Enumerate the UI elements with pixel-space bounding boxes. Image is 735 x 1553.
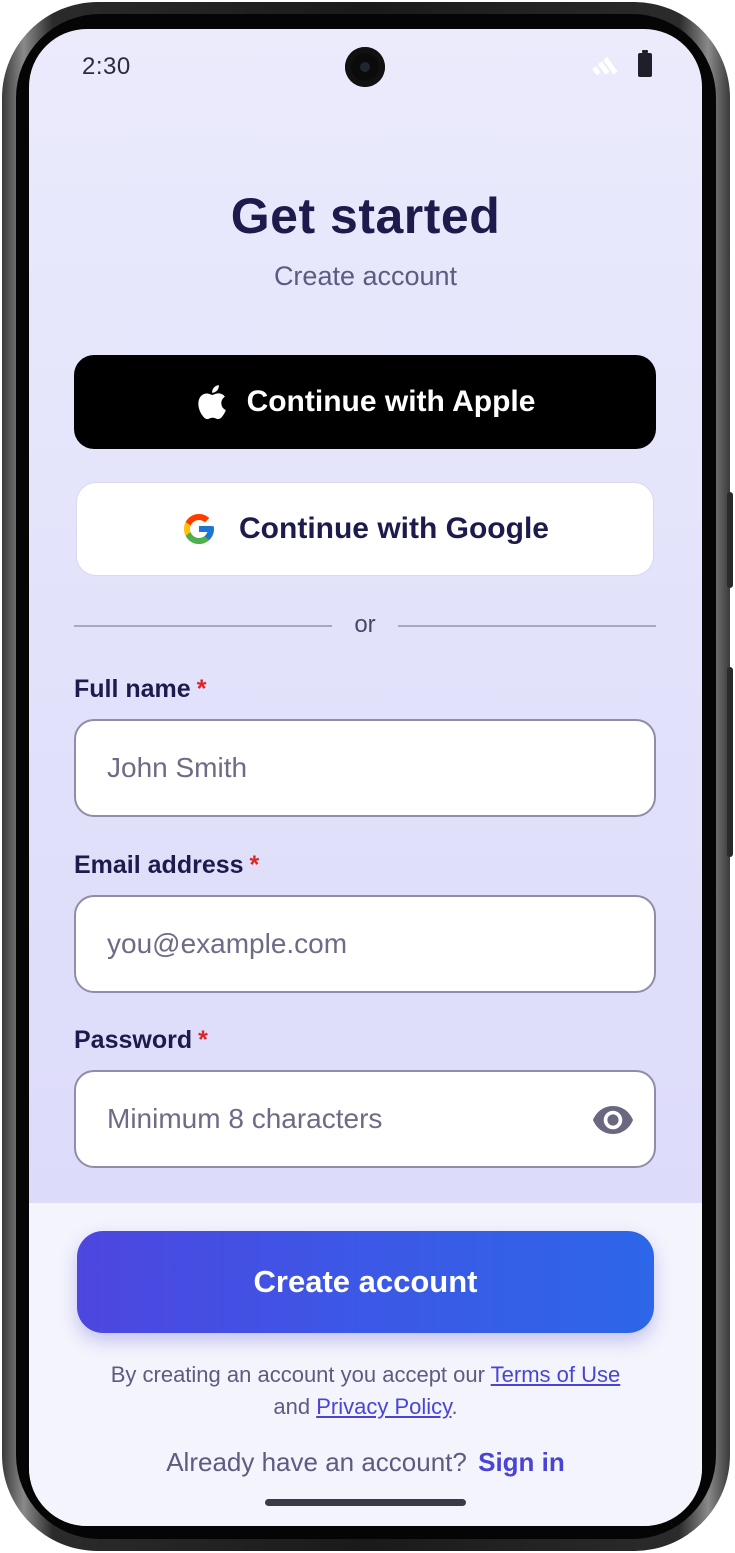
legal-prefix: By creating an account you accept our — [110, 1362, 485, 1387]
page-title: Get started — [230, 188, 501, 244]
email-label-text: Email address — [74, 851, 244, 879]
email-field[interactable] — [74, 895, 656, 993]
full-name-label: Full name * — [74, 675, 206, 704]
required-mark: * — [198, 1026, 208, 1054]
required-mark: * — [196, 675, 207, 703]
password-field[interactable] — [74, 1070, 656, 1168]
or-divider: or — [74, 609, 656, 641]
password-input[interactable] — [76, 1072, 654, 1166]
full-name-input[interactable] — [76, 721, 654, 815]
terms-of-use-link[interactable]: Terms of Use — [491, 1362, 621, 1387]
full-name-field[interactable] — [74, 719, 656, 817]
password-label: Password * — [74, 1026, 208, 1055]
status-bar: 2:30 — [29, 29, 702, 109]
home-indicator[interactable] — [265, 1499, 466, 1506]
create-account-button[interactable]: Create account — [77, 1231, 654, 1333]
required-mark: * — [249, 851, 260, 879]
screen: 2:30 Get started Create account Continue… — [29, 29, 702, 1526]
continue-with-apple-button[interactable]: Continue with Apple — [74, 355, 656, 449]
volume-button — [727, 492, 733, 588]
divider-line-right — [398, 625, 656, 627]
sign-in-link[interactable]: Sign in — [478, 1447, 565, 1477]
continue-with-google-button[interactable]: Continue with Google — [76, 482, 654, 576]
full-name-label-text: Full name — [74, 675, 191, 703]
email-label: Email address * — [74, 851, 259, 880]
power-button — [727, 667, 733, 857]
signal-icon — [592, 53, 618, 77]
signin-row: Already have an account? Sign in — [29, 1447, 702, 1478]
signin-prompt: Already have an account? — [166, 1447, 467, 1477]
apple-icon — [195, 384, 227, 420]
email-input[interactable] — [76, 897, 654, 991]
page-subtitle: Create account — [273, 261, 458, 291]
battery-icon — [638, 50, 652, 77]
legal-suffix: . — [451, 1394, 458, 1419]
password-label-text: Password — [74, 1026, 193, 1054]
legal-notice: By creating an account you accept our Te… — [29, 1359, 702, 1423]
status-time: 2:30 — [82, 53, 131, 80]
google-icon — [181, 511, 217, 547]
privacy-policy-link[interactable]: Privacy Policy — [316, 1394, 451, 1419]
apple-button-label: Continue with Apple — [246, 385, 536, 418]
legal-middle: and — [273, 1394, 311, 1419]
front-camera — [345, 47, 385, 87]
google-button-label: Continue with Google — [239, 512, 549, 545]
status-icons — [592, 50, 652, 77]
bottom-panel: Create account By creating an account yo… — [29, 1203, 702, 1526]
eye-icon[interactable] — [592, 1100, 634, 1140]
